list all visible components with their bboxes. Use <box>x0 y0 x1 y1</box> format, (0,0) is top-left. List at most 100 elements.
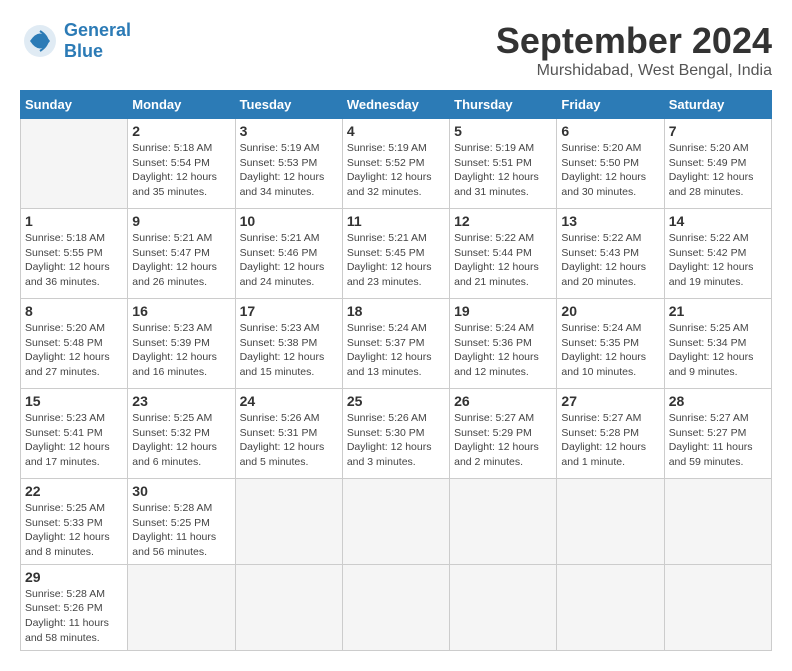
day-info: Sunrise: 5:25 AM Sunset: 5:32 PM Dayligh… <box>132 411 230 470</box>
day-info: Sunrise: 5:20 AM Sunset: 5:50 PM Dayligh… <box>561 141 659 200</box>
day-info: Sunrise: 5:23 AM Sunset: 5:41 PM Dayligh… <box>25 411 123 470</box>
day-info: Sunrise: 5:24 AM Sunset: 5:35 PM Dayligh… <box>561 321 659 380</box>
day-number: 15 <box>25 393 123 409</box>
table-row: 9 Sunrise: 5:21 AM Sunset: 5:47 PM Daylig… <box>128 209 235 299</box>
day-number: 11 <box>347 213 445 229</box>
day-number: 3 <box>240 123 338 139</box>
day-info: Sunrise: 5:23 AM Sunset: 5:39 PM Dayligh… <box>132 321 230 380</box>
table-row: 4 Sunrise: 5:19 AM Sunset: 5:52 PM Daylig… <box>342 119 449 209</box>
table-row: 8 Sunrise: 5:20 AM Sunset: 5:48 PM Daylig… <box>21 299 128 389</box>
col-thursday: Thursday <box>450 91 557 119</box>
table-row <box>342 479 449 565</box>
day-info: Sunrise: 5:25 AM Sunset: 5:33 PM Dayligh… <box>25 501 123 560</box>
day-number: 4 <box>347 123 445 139</box>
table-row <box>664 564 771 650</box>
table-row: 19Sunrise: 5:24 AM Sunset: 5:36 PM Dayli… <box>450 299 557 389</box>
table-row <box>235 479 342 565</box>
day-number: 12 <box>454 213 552 229</box>
day-info: Sunrise: 5:19 AM Sunset: 5:53 PM Dayligh… <box>240 141 338 200</box>
day-number: 5 <box>454 123 552 139</box>
table-row: 22 Sunrise: 5:25 AM Sunset: 5:33 PM Dayli… <box>21 479 128 565</box>
table-row <box>235 564 342 650</box>
table-row: 17Sunrise: 5:23 AM Sunset: 5:38 PM Dayli… <box>235 299 342 389</box>
table-row <box>664 479 771 565</box>
day-info: Sunrise: 5:22 AM Sunset: 5:44 PM Dayligh… <box>454 231 552 290</box>
col-friday: Friday <box>557 91 664 119</box>
day-info: Sunrise: 5:20 AM Sunset: 5:49 PM Dayligh… <box>669 141 767 200</box>
table-row: 29 Sunrise: 5:28 AM Sunset: 5:26 PM Dayli… <box>21 564 128 650</box>
table-row: 21 Sunrise: 5:25 AM Sunset: 5:34 PM Dayli… <box>664 299 771 389</box>
table-row: 1 Sunrise: 5:18 AM Sunset: 5:55 PM Daylig… <box>21 209 128 299</box>
day-info: Sunrise: 5:19 AM Sunset: 5:52 PM Dayligh… <box>347 141 445 200</box>
day-number: 23 <box>132 393 230 409</box>
day-number: 17 <box>240 303 338 319</box>
table-row: 11 Sunrise: 5:21 AM Sunset: 5:45 PM Dayli… <box>342 209 449 299</box>
table-row: 20 Sunrise: 5:24 AM Sunset: 5:35 PM Dayli… <box>557 299 664 389</box>
table-row: 27Sunrise: 5:27 AM Sunset: 5:28 PM Dayli… <box>557 389 664 479</box>
col-wednesday: Wednesday <box>342 91 449 119</box>
calendar-header-row: Sunday Monday Tuesday Wednesday Thursday… <box>21 91 772 119</box>
day-info: Sunrise: 5:22 AM Sunset: 5:43 PM Dayligh… <box>561 231 659 290</box>
table-row: 5Sunrise: 5:19 AM Sunset: 5:51 PM Daylig… <box>450 119 557 209</box>
day-number: 13 <box>561 213 659 229</box>
day-number: 7 <box>669 123 767 139</box>
table-row: 7 Sunrise: 5:20 AM Sunset: 5:49 PM Daylig… <box>664 119 771 209</box>
day-info: Sunrise: 5:20 AM Sunset: 5:48 PM Dayligh… <box>25 321 123 380</box>
day-number: 9 <box>132 213 230 229</box>
table-row <box>557 479 664 565</box>
day-info: Sunrise: 5:28 AM Sunset: 5:25 PM Dayligh… <box>132 501 230 560</box>
table-row: 12 Sunrise: 5:22 AM Sunset: 5:44 PM Dayli… <box>450 209 557 299</box>
table-row: 3 Sunrise: 5:19 AM Sunset: 5:53 PM Daylig… <box>235 119 342 209</box>
day-info: Sunrise: 5:27 AM Sunset: 5:27 PM Dayligh… <box>669 411 767 470</box>
table-row: 26 Sunrise: 5:27 AM Sunset: 5:29 PM Dayli… <box>450 389 557 479</box>
day-number: 20 <box>561 303 659 319</box>
page-header: General Blue September 2024 Murshidabad,… <box>20 20 772 80</box>
day-info: Sunrise: 5:28 AM Sunset: 5:26 PM Dayligh… <box>25 587 123 646</box>
day-number: 14 <box>669 213 767 229</box>
table-row <box>342 564 449 650</box>
table-row: 18Sunrise: 5:24 AM Sunset: 5:37 PM Dayli… <box>342 299 449 389</box>
col-sunday: Sunday <box>21 91 128 119</box>
col-monday: Monday <box>128 91 235 119</box>
day-info: Sunrise: 5:21 AM Sunset: 5:45 PM Dayligh… <box>347 231 445 290</box>
day-number: 1 <box>25 213 123 229</box>
day-number: 22 <box>25 483 123 499</box>
day-info: Sunrise: 5:27 AM Sunset: 5:29 PM Dayligh… <box>454 411 552 470</box>
location-title: Murshidabad, West Bengal, India <box>496 62 772 80</box>
day-info: Sunrise: 5:22 AM Sunset: 5:42 PM Dayligh… <box>669 231 767 290</box>
table-row: 13 Sunrise: 5:22 AM Sunset: 5:43 PM Dayli… <box>557 209 664 299</box>
month-title: September 2024 <box>496 20 772 62</box>
table-row <box>557 564 664 650</box>
table-row: 25Sunrise: 5:26 AM Sunset: 5:30 PM Dayli… <box>342 389 449 479</box>
col-saturday: Saturday <box>664 91 771 119</box>
day-number: 10 <box>240 213 338 229</box>
logo-general: General <box>64 20 131 40</box>
day-info: Sunrise: 5:18 AM Sunset: 5:54 PM Dayligh… <box>132 141 230 200</box>
day-number: 6 <box>561 123 659 139</box>
day-info: Sunrise: 5:26 AM Sunset: 5:31 PM Dayligh… <box>240 411 338 470</box>
day-number: 29 <box>25 569 123 585</box>
day-number: 21 <box>669 303 767 319</box>
day-number: 8 <box>25 303 123 319</box>
table-row: 24Sunrise: 5:26 AM Sunset: 5:31 PM Dayli… <box>235 389 342 479</box>
calendar-table: Sunday Monday Tuesday Wednesday Thursday… <box>20 90 772 651</box>
table-row: 16Sunrise: 5:23 AM Sunset: 5:39 PM Dayli… <box>128 299 235 389</box>
logo-blue: Blue <box>64 41 103 61</box>
day-info: Sunrise: 5:27 AM Sunset: 5:28 PM Dayligh… <box>561 411 659 470</box>
day-info: Sunrise: 5:25 AM Sunset: 5:34 PM Dayligh… <box>669 321 767 380</box>
table-row <box>450 479 557 565</box>
table-row <box>128 564 235 650</box>
day-number: 19 <box>454 303 552 319</box>
day-number: 26 <box>454 393 552 409</box>
table-row: 2 Sunrise: 5:18 AM Sunset: 5:54 PM Daylig… <box>128 119 235 209</box>
table-row <box>21 119 128 209</box>
day-number: 2 <box>132 123 230 139</box>
table-row: 28Sunrise: 5:27 AM Sunset: 5:27 PM Dayli… <box>664 389 771 479</box>
title-area: September 2024 Murshidabad, West Bengal,… <box>496 20 772 80</box>
logo: General Blue <box>20 20 131 62</box>
day-info: Sunrise: 5:18 AM Sunset: 5:55 PM Dayligh… <box>25 231 123 290</box>
table-row: 6 Sunrise: 5:20 AM Sunset: 5:50 PM Daylig… <box>557 119 664 209</box>
table-row: 10Sunrise: 5:21 AM Sunset: 5:46 PM Dayli… <box>235 209 342 299</box>
day-info: Sunrise: 5:21 AM Sunset: 5:47 PM Dayligh… <box>132 231 230 290</box>
day-number: 25 <box>347 393 445 409</box>
